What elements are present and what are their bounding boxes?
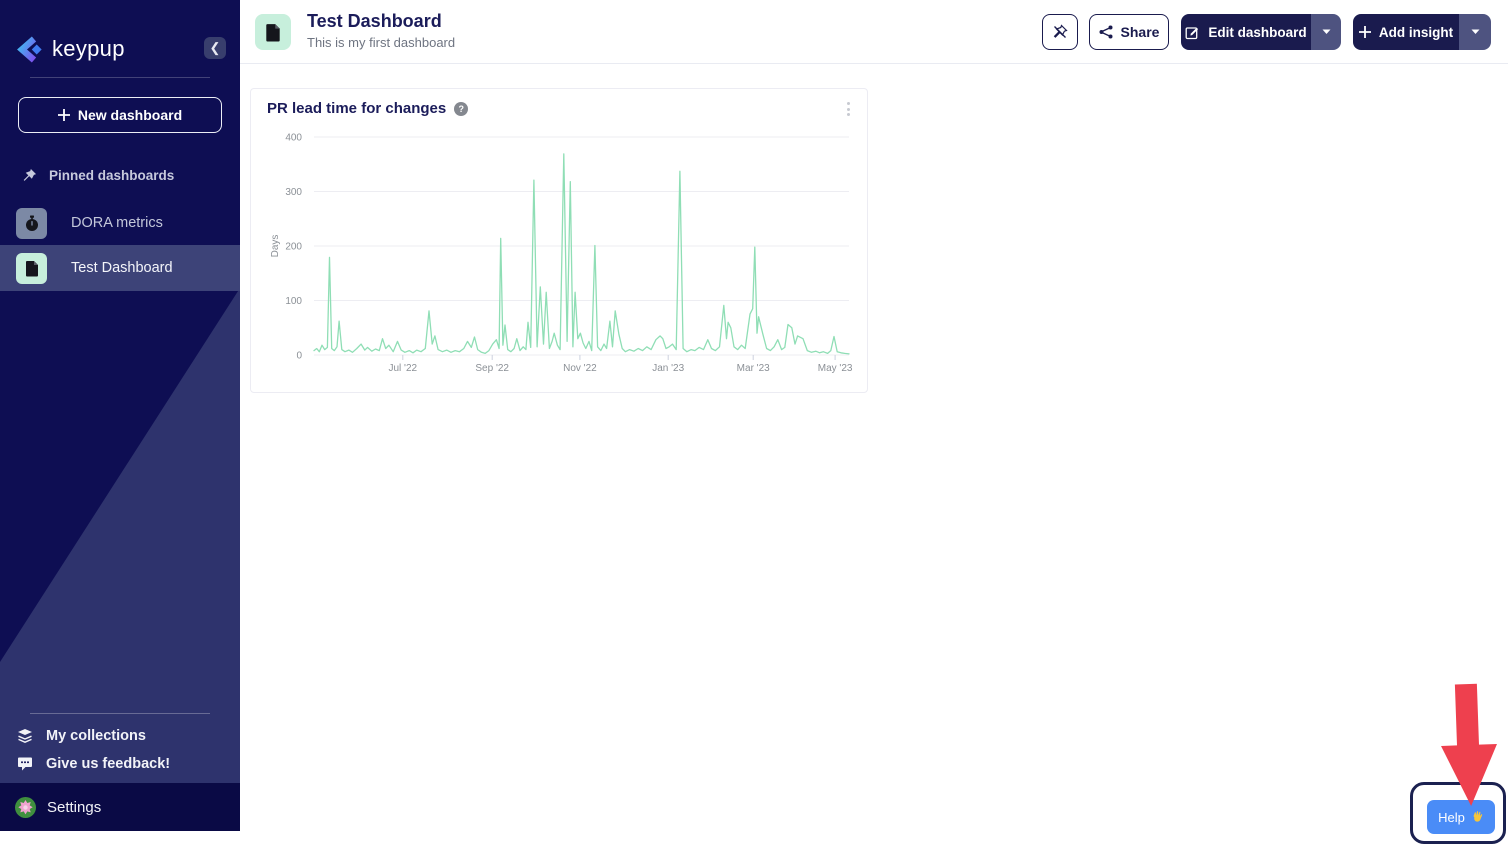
help-label: Help	[1438, 810, 1465, 825]
plus-icon	[1359, 26, 1371, 38]
chevron-down-icon	[1322, 29, 1331, 35]
sidebar-item-label: Test Dashboard	[71, 260, 173, 276]
page-title: Test Dashboard	[307, 11, 442, 32]
edit-icon	[1185, 25, 1200, 40]
svg-text:May '23: May '23	[818, 363, 853, 374]
svg-text:Sep '22: Sep '22	[475, 363, 509, 374]
dashboard-icon-tile	[255, 14, 291, 50]
sidebar-item-my-collections[interactable]: My collections	[0, 723, 240, 749]
add-insight-dropdown[interactable]	[1459, 14, 1491, 50]
svg-text:300: 300	[285, 187, 302, 198]
user-avatar[interactable]	[15, 797, 36, 818]
chat-icon	[17, 756, 33, 772]
svg-text:Mar '23: Mar '23	[737, 363, 770, 374]
layers-icon	[17, 728, 33, 744]
main-content: Test Dashboard This is my first dashboar…	[240, 0, 1508, 831]
keypup-logo-icon	[16, 36, 43, 63]
plus-icon	[58, 109, 70, 121]
pin-icon	[22, 168, 37, 183]
svg-text:Jan '23: Jan '23	[652, 363, 684, 374]
share-button[interactable]: Share	[1089, 14, 1169, 50]
sidebar: keypup ❮ New dashboard Pinned dashboards…	[0, 0, 240, 831]
divider	[30, 713, 210, 714]
brand-name: keypup	[52, 36, 125, 62]
sidebar-collapse-button[interactable]: ❮	[204, 37, 226, 59]
dashboard-header: Test Dashboard This is my first dashboar…	[240, 0, 1508, 64]
edit-dashboard-label: Edit dashboard	[1208, 25, 1306, 40]
share-icon	[1099, 25, 1113, 39]
svg-text:Jul '22: Jul '22	[389, 363, 418, 374]
document-icon	[16, 253, 47, 284]
svg-text:100: 100	[285, 296, 302, 307]
new-dashboard-button[interactable]: New dashboard	[18, 97, 222, 133]
stopwatch-icon	[16, 208, 47, 239]
settings-label: Settings	[47, 799, 101, 816]
insight-card: PR lead time for changes ? 0100200300400…	[250, 88, 868, 393]
chevron-down-icon	[1471, 29, 1480, 35]
edit-dashboard-button[interactable]: Edit dashboard	[1181, 14, 1311, 50]
svg-text:200: 200	[285, 242, 302, 253]
edit-dashboard-button-group: Edit dashboard	[1181, 14, 1341, 50]
chart-svg: 0 100 200 300 400 Jul '22 Sep '22 Nov '22 Jan '2…	[251, 89, 869, 394]
wave-emoji-icon	[1470, 810, 1484, 824]
svg-text:Days: Days	[270, 235, 281, 258]
divider	[30, 77, 210, 78]
share-label: Share	[1121, 24, 1160, 40]
svg-text:400: 400	[285, 133, 302, 144]
sidebar-item-test-dashboard[interactable]: Test Dashboard	[0, 245, 240, 291]
unpin-dashboard-button[interactable]	[1042, 14, 1078, 50]
svg-text:0: 0	[296, 351, 302, 362]
page-subtitle: This is my first dashboard	[307, 35, 455, 50]
unpin-icon	[1052, 24, 1068, 40]
document-icon	[265, 23, 281, 42]
help-highlight-box: Help	[1410, 782, 1506, 844]
sidebar-item-label: DORA metrics	[71, 215, 163, 231]
sidebar-item-settings[interactable]: Settings	[0, 783, 240, 831]
new-dashboard-label: New dashboard	[78, 107, 182, 123]
edit-dashboard-dropdown[interactable]	[1311, 14, 1341, 50]
add-insight-label: Add insight	[1379, 25, 1453, 40]
svg-text:Nov '22: Nov '22	[563, 363, 597, 374]
pinned-dashboards-header: Pinned dashboards	[0, 166, 240, 184]
add-insight-button-group: Add insight	[1353, 14, 1491, 50]
sidebar-item-give-feedback[interactable]: Give us feedback!	[0, 751, 240, 777]
add-insight-button[interactable]: Add insight	[1353, 14, 1459, 50]
sidebar-item-dora-metrics[interactable]: DORA metrics	[0, 200, 240, 246]
help-button[interactable]: Help	[1427, 800, 1495, 834]
